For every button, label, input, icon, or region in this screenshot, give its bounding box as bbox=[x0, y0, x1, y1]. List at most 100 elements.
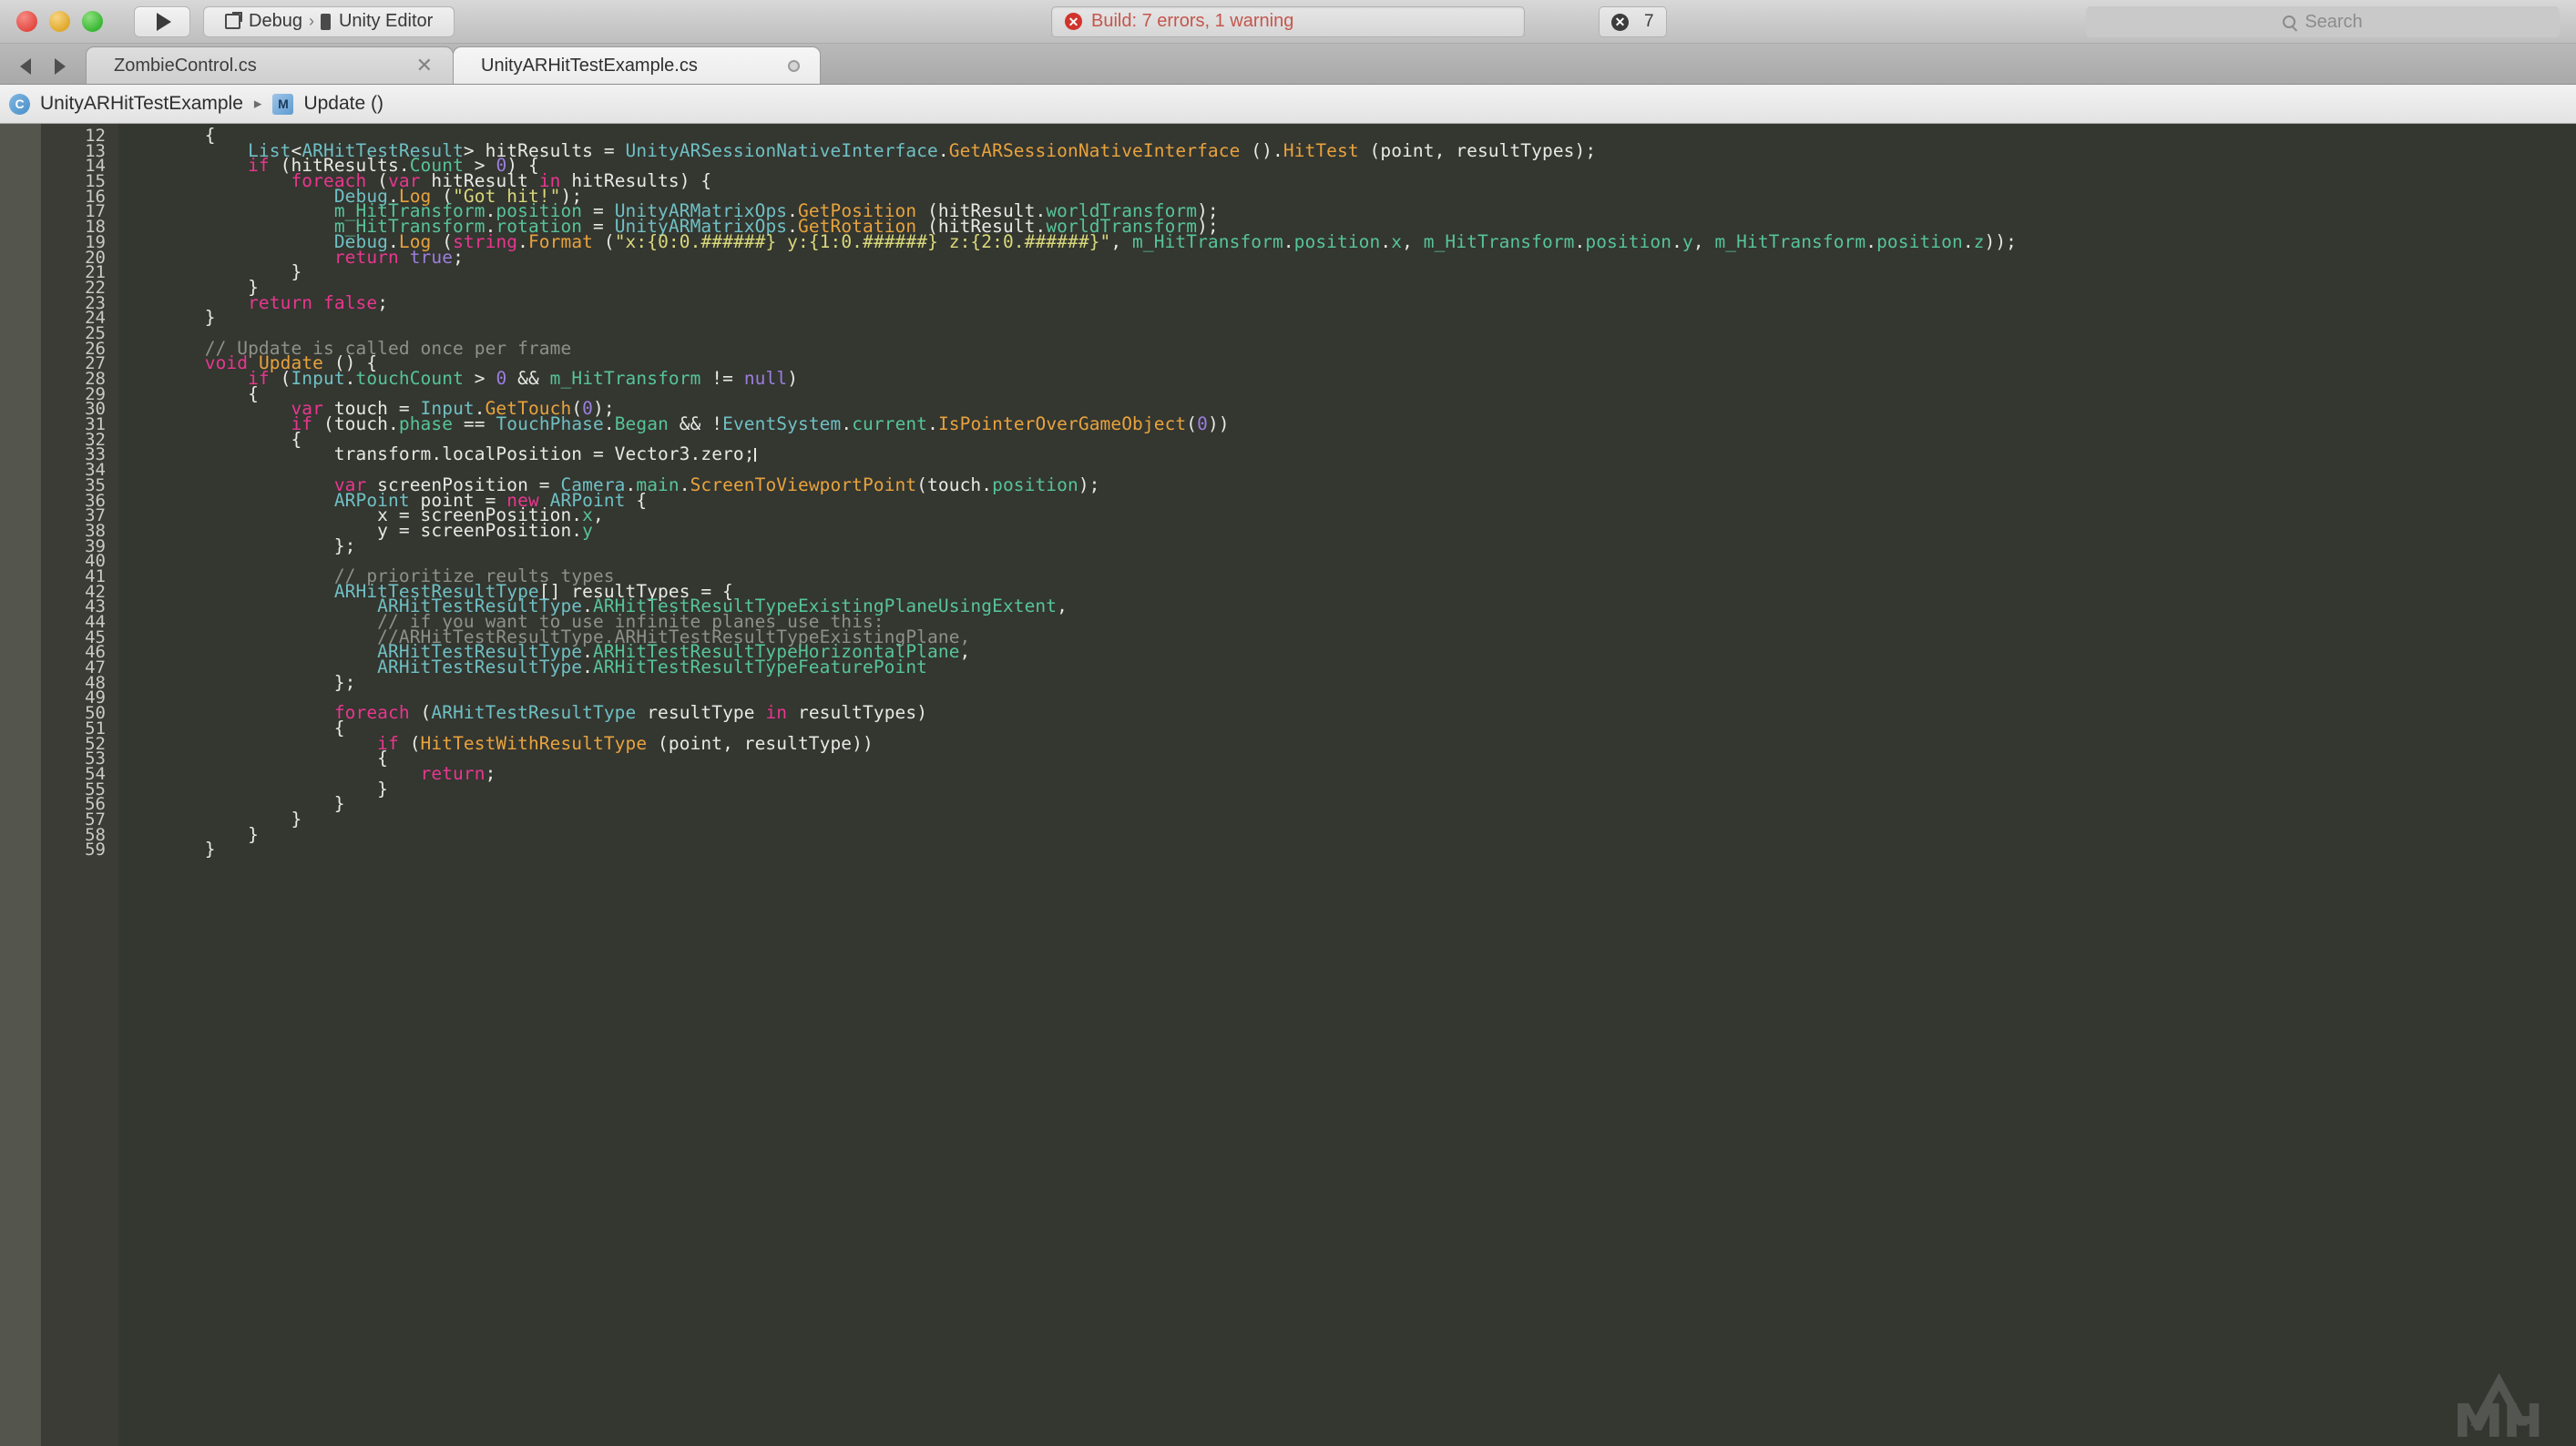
search-field[interactable]: Search bbox=[2086, 6, 2560, 37]
code-line[interactable]: y = screenPosition.y bbox=[118, 522, 2576, 540]
window-controls bbox=[16, 11, 103, 32]
code-token: position bbox=[1876, 230, 1963, 252]
code-line[interactable]: } bbox=[118, 279, 2576, 297]
toolbar: Debug › Unity Editor ✕ Build: 7 errors, … bbox=[0, 0, 2576, 44]
code-line[interactable]: if (HitTestWithResultType (point, result… bbox=[118, 734, 2576, 752]
activity-status-bar[interactable]: ✕ Build: 7 errors, 1 warning bbox=[1051, 5, 1525, 37]
code-token: (point, resultType)) bbox=[647, 732, 874, 754]
method-icon bbox=[272, 93, 294, 115]
tab-unityarhittestexample[interactable]: UnityARHitTestExample.cs bbox=[453, 46, 821, 84]
code-token: EventSystem bbox=[722, 413, 842, 435]
scheme-destination-label: Unity Editor bbox=[338, 11, 434, 31]
code-token: . bbox=[937, 139, 949, 161]
scheme-destination[interactable]: Unity Editor bbox=[314, 11, 439, 32]
code-line[interactable]: } bbox=[118, 309, 2576, 327]
code-line[interactable]: Debug.Log (string.Format ("x:{0:0.######… bbox=[118, 233, 2576, 251]
code-line[interactable]: ARHitTestResultType.ARHitTestResultTypeF… bbox=[118, 658, 2576, 677]
code-area[interactable]: { List<ARHitTestResult> hitResults = Uni… bbox=[118, 124, 2576, 1446]
code-token: HitTest bbox=[1283, 139, 1359, 161]
code-token: . bbox=[841, 413, 853, 435]
code-token: )) bbox=[1207, 413, 1230, 435]
code-line[interactable]: return; bbox=[118, 765, 2576, 783]
code-line[interactable]: } bbox=[118, 839, 2576, 860]
code-token: ( bbox=[269, 368, 291, 389]
close-icon[interactable]: ✕ bbox=[416, 56, 433, 76]
code-token: Began bbox=[614, 413, 669, 435]
code-line[interactable]: foreach (ARHitTestResultType resultType … bbox=[118, 704, 2576, 722]
breadcrumb-item-file[interactable]: UnityARHitTestExample bbox=[9, 93, 243, 115]
code-token: && bbox=[506, 368, 550, 389]
close-button[interactable] bbox=[16, 11, 37, 32]
code-token: . bbox=[603, 413, 615, 435]
code-token: position bbox=[1585, 230, 1672, 252]
run-button[interactable] bbox=[134, 5, 190, 37]
build-status-text: Build: 7 errors, 1 warning bbox=[1091, 11, 1294, 31]
code-line[interactable]: // Update is called once per frame bbox=[118, 339, 2576, 357]
code-line[interactable]: } bbox=[118, 795, 2576, 813]
minimize-button[interactable] bbox=[49, 11, 70, 32]
code-line[interactable]: if (Input.touchCount > 0 && m_HitTransfo… bbox=[118, 370, 2576, 388]
search-placeholder: Search bbox=[2305, 11, 2363, 32]
code-token: position bbox=[992, 474, 1078, 495]
code-line[interactable]: }; bbox=[118, 674, 2576, 692]
code-token: }; bbox=[118, 671, 356, 693]
scheme-selector[interactable]: Debug › Unity Editor bbox=[203, 5, 455, 37]
back-arrow-icon[interactable] bbox=[20, 58, 31, 75]
forward-arrow-icon[interactable] bbox=[55, 58, 66, 75]
code-token: (point, resultTypes); bbox=[1358, 139, 1597, 161]
csharp-file-icon bbox=[9, 93, 30, 115]
code-token: , bbox=[1692, 230, 1715, 252]
code-line[interactable]: } bbox=[118, 263, 2576, 281]
code-token: , bbox=[592, 504, 604, 526]
code-token: , bbox=[1402, 230, 1424, 252]
line-number-gutter: 12 13 14 15 16 17 18 19 20 21 22 23 24 25 26 27 28 29 30 31… bbox=[41, 124, 118, 1446]
issue-counter[interactable]: ✕ 7 bbox=[1599, 6, 1667, 37]
zoom-button[interactable] bbox=[82, 11, 103, 32]
code-token: . bbox=[1574, 230, 1586, 252]
code-token: m_HitTransform bbox=[549, 368, 701, 389]
error-badge-icon: ✕ bbox=[1065, 13, 1082, 30]
code-token: != bbox=[700, 368, 744, 389]
code-line[interactable]: return false; bbox=[118, 293, 2576, 311]
code-token: == bbox=[453, 413, 496, 435]
breadcrumb-item-method[interactable]: Update () bbox=[272, 93, 383, 115]
code-token: . bbox=[927, 413, 938, 435]
code-folding-ribbon[interactable] bbox=[0, 124, 41, 1446]
code-line[interactable]: transform.localPosition = Vector3.zero; bbox=[118, 445, 2576, 463]
xcode-window: Debug › Unity Editor ✕ Build: 7 errors, … bbox=[0, 0, 2576, 1446]
code-token: ; bbox=[377, 291, 389, 313]
code-token: "x:{0:0.######} y:{1:0.######} z:{2:0.##… bbox=[614, 230, 1111, 252]
code-line[interactable]: } bbox=[118, 810, 2576, 829]
code-line[interactable]: } bbox=[118, 779, 2576, 798]
code-token: )); bbox=[1984, 230, 2018, 252]
breadcrumb: UnityARHitTestExample ▸ Update () bbox=[0, 85, 2576, 124]
code-line[interactable]: } bbox=[118, 825, 2576, 843]
code-token: y bbox=[582, 519, 593, 541]
code-token: . bbox=[1380, 230, 1392, 252]
code-token: GetARSessionNativeInterface bbox=[948, 139, 1241, 161]
breadcrumb-file-label: UnityARHitTestExample bbox=[40, 93, 243, 114]
code-line[interactable]: }; bbox=[118, 536, 2576, 555]
code-token: touchCount bbox=[355, 368, 464, 389]
code-token: return bbox=[248, 291, 313, 313]
unsaved-indicator-icon[interactable] bbox=[788, 59, 800, 72]
tab-zombiecontrol[interactable]: ZombieControl.cs ✕ bbox=[86, 46, 454, 84]
code-line[interactable]: if (touch.phase == TouchPhase.Began && !… bbox=[118, 415, 2576, 433]
code-token: ARHitTestResultType bbox=[431, 702, 637, 724]
code-token: ( bbox=[409, 702, 432, 724]
code-token: position bbox=[1293, 230, 1381, 252]
code-token: . bbox=[679, 474, 690, 495]
scheme-target[interactable]: Debug bbox=[219, 11, 309, 32]
code-token: return bbox=[333, 246, 399, 268]
code-token: } bbox=[118, 839, 216, 860]
code-token: UnityARSessionNativeInterface bbox=[625, 139, 938, 161]
code-token: in bbox=[765, 702, 788, 724]
code-token: IsPointerOverGameObject bbox=[937, 413, 1187, 435]
code-token: current bbox=[852, 413, 928, 435]
code-token: ) bbox=[787, 368, 799, 389]
code-token: y bbox=[1682, 230, 1693, 252]
code-token: ( bbox=[398, 732, 421, 754]
code-token: m_HitTransform bbox=[1132, 230, 1283, 252]
code-line[interactable]: return true; bbox=[118, 246, 2576, 268]
